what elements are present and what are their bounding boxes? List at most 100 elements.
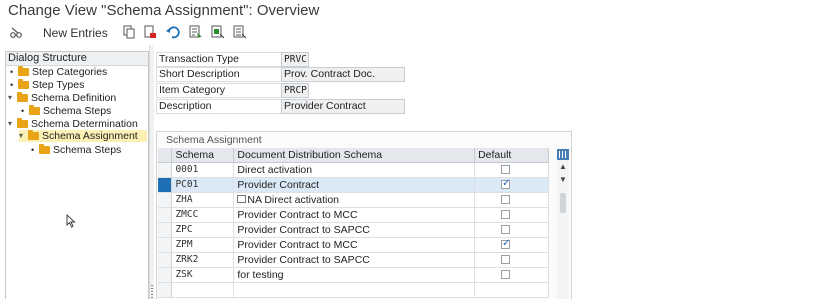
row-selector[interactable] [158, 222, 173, 238]
chevron-down-icon[interactable]: ▾ [8, 92, 16, 104]
default-checkbox[interactable] [501, 164, 511, 174]
default-checkbox[interactable] [501, 254, 511, 264]
table-row: ZPC Provider Contract to SAPCC [158, 222, 549, 238]
row-selector[interactable] [158, 267, 173, 283]
page-title: Change View "Schema Assignment": Overvie… [8, 2, 320, 19]
table-row: ZHA NA Direct activation [158, 192, 549, 208]
scrollbar-thumb[interactable] [560, 193, 566, 213]
folder-icon [18, 66, 29, 76]
table-row: 0001 Direct activation [158, 162, 549, 178]
undo-icon[interactable] [166, 25, 180, 39]
row-selector[interactable] [158, 237, 173, 253]
tree-item-schema-determination[interactable]: ▾ Schema Determination [8, 118, 138, 130]
schema-cell[interactable]: ZPM [171, 237, 235, 253]
dds-cell[interactable]: Provider Contract to MCC [233, 237, 476, 253]
row-selector[interactable] [158, 207, 173, 223]
short-description-value: Prov. Contract Doc. [281, 67, 405, 82]
column-header-default[interactable]: Default [474, 148, 549, 163]
schema-cell[interactable]: ZHA [171, 192, 235, 208]
tree-item-step-types[interactable]: • Step Types [10, 79, 84, 91]
dds-cell[interactable]: Provider Contract [233, 177, 476, 193]
new-entries-button[interactable]: New Entries [43, 26, 108, 40]
tree-item-schema-steps[interactable]: • Schema Steps [21, 105, 111, 117]
select-block-icon[interactable] [211, 25, 225, 39]
dialog-structure-title: Dialog Structure [6, 52, 148, 66]
table-row: PC01 Provider Contract [158, 177, 549, 193]
chevron-down-icon[interactable]: ▾ [19, 130, 27, 142]
transaction-type-value: PRVC [281, 52, 309, 67]
copy-icon[interactable] [122, 25, 136, 39]
tree-item-label: Step Types [32, 79, 85, 91]
select-all-icon[interactable] [189, 25, 203, 39]
table-row [158, 282, 549, 298]
folder-icon [18, 79, 29, 89]
dds-cell[interactable]: Provider Contract to SAPCC [233, 252, 476, 268]
bullet-icon: • [10, 80, 14, 90]
chevron-down-icon[interactable]: ▾ [8, 118, 16, 130]
table-row: ZRK2 Provider Contract to SAPCC [158, 252, 549, 268]
dds-cell[interactable]: Direct activation [233, 162, 476, 178]
select-all-column[interactable] [158, 148, 173, 163]
tree-item-label: Schema Determination [31, 118, 138, 130]
folder-icon [39, 144, 50, 154]
tree-item-schema-steps-2[interactable]: • Schema Steps [31, 144, 121, 156]
schema-cell[interactable]: ZMCC [171, 207, 235, 223]
row-selector[interactable] [158, 252, 173, 268]
tree-item-schema-definition[interactable]: ▾ Schema Definition [8, 92, 116, 104]
default-checkbox[interactable] [501, 209, 511, 219]
tree-item-label: Schema Steps [53, 144, 122, 156]
scroll-down-icon[interactable]: ▼ [557, 174, 569, 185]
toolbar: New Entries [0, 23, 840, 43]
dds-cell-wrapper[interactable]: NA Direct activation [233, 192, 476, 208]
value-help-icon[interactable] [237, 194, 247, 203]
dds-cell[interactable]: Provider Contract to MCC [233, 207, 476, 223]
default-checkbox[interactable] [501, 224, 511, 234]
folder-icon [29, 105, 40, 115]
tree-item-label: Schema Steps [43, 105, 112, 117]
table-row: ZSK for testing [158, 267, 549, 283]
row-selector[interactable] [158, 162, 173, 178]
column-header-schema[interactable]: Schema [171, 148, 235, 163]
schema-cell[interactable]: ZSK [171, 267, 235, 283]
short-description-label: Short Description [156, 67, 282, 82]
column-header-dds[interactable]: Document Distribution Schema [233, 148, 476, 163]
schema-cell[interactable]: ZRK2 [171, 252, 235, 268]
dds-cell: NA Direct activation [247, 193, 340, 206]
bullet-icon: • [10, 67, 14, 77]
folder-open-icon [28, 130, 39, 140]
dds-cell[interactable]: Provider Contract to SAPCC [233, 222, 476, 238]
table-row: ZPM Provider Contract to MCC [158, 237, 549, 253]
schema-cell[interactable]: ZPC [171, 222, 235, 238]
tree-item-label: Schema Assignment [42, 130, 138, 142]
dds-cell[interactable]: for testing [233, 267, 476, 283]
item-category-value: PRCP [281, 83, 309, 98]
default-checkbox[interactable] [501, 178, 510, 189]
scroll-up-icon[interactable]: ▲ [557, 161, 569, 172]
folder-open-icon [17, 118, 28, 128]
item-category-label: Item Category [156, 83, 282, 98]
panel-splitter[interactable] [149, 45, 154, 299]
tree-item-schema-assignment[interactable]: ▾ Schema Assignment [19, 130, 147, 142]
schema-cell[interactable]: 0001 [171, 162, 235, 178]
row-selector[interactable] [158, 192, 173, 208]
default-checkbox[interactable] [501, 194, 511, 204]
tree-item-step-categories[interactable]: • Step Categories [10, 66, 107, 78]
mouse-cursor-icon [66, 213, 76, 231]
default-checkbox[interactable] [501, 238, 510, 249]
pen-glasses-icon[interactable] [9, 25, 23, 39]
default-cell-empty [474, 282, 549, 298]
schema-cell[interactable] [171, 282, 235, 298]
tree-item-label: Step Categories [32, 66, 108, 78]
bullet-icon: • [21, 106, 25, 116]
transaction-type-label: Transaction Type [156, 52, 282, 67]
default-checkbox[interactable] [501, 269, 511, 279]
dds-cell[interactable] [233, 282, 476, 298]
row-selector[interactable] [158, 282, 173, 298]
row-selector[interactable] [158, 177, 173, 193]
deselect-all-icon[interactable] [233, 25, 247, 39]
vertical-scrollbar[interactable]: ▲ ▼ [557, 148, 569, 299]
schema-cell[interactable]: PC01 [171, 177, 235, 193]
delete-icon[interactable] [143, 25, 157, 39]
table-settings-icon[interactable] [557, 149, 569, 160]
bullet-icon: • [31, 145, 35, 155]
